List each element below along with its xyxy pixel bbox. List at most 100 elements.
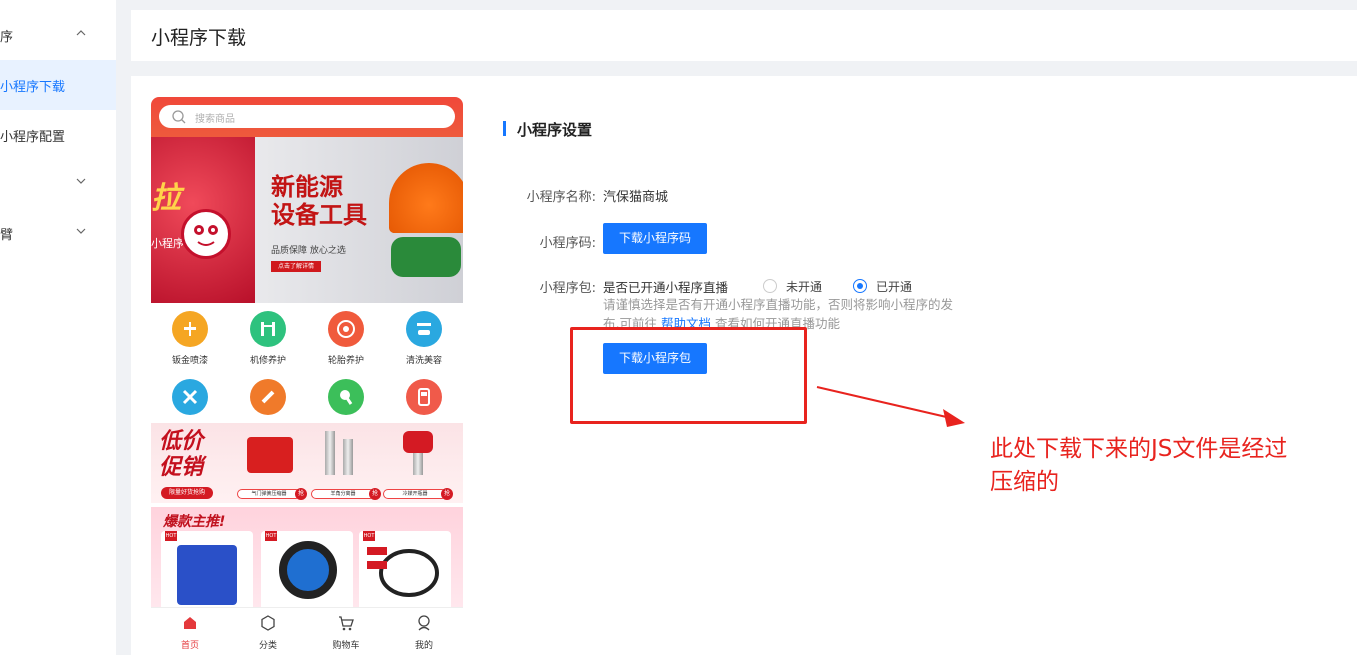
sidebar-item-download[interactable]: 小程序下载 xyxy=(0,60,116,110)
category-item: 清洗美容 xyxy=(385,311,463,366)
charger-icon xyxy=(177,545,237,605)
annotation-highlight-box xyxy=(570,327,807,424)
radio-live-no[interactable] xyxy=(763,279,777,293)
grinder-icon xyxy=(250,379,286,415)
category-item: 机修养护 xyxy=(229,311,307,366)
tire-icon xyxy=(328,311,364,347)
gun-icon xyxy=(328,379,364,415)
page-title: 小程序下载 xyxy=(151,27,247,49)
promo-product-badge: 抢 xyxy=(441,488,453,500)
banner-left-sub: 小程序 xyxy=(151,237,184,250)
category-item: 钣金喷漆 xyxy=(151,311,229,366)
hint-line-1: 请谨慎选择是否有开通小程序直播功能，否则将影响小程序的发 xyxy=(603,297,954,312)
wash-icon xyxy=(406,311,442,347)
meter-icon xyxy=(406,379,442,415)
download-code-button[interactable]: 下载小程序码 xyxy=(603,223,707,254)
name-value: 汽保猫商城 xyxy=(603,190,669,205)
preview-header: 搜索商品 xyxy=(151,97,463,137)
preview-category-grid: 钣金喷漆 机修养护 轮胎养护 清洗美容 xyxy=(151,303,463,423)
category-item xyxy=(307,379,385,415)
hot-products-title: 爆款主推! xyxy=(163,514,226,530)
section-title: 小程序设置 xyxy=(517,121,593,139)
sidebar-group-miniprogram[interactable]: 序 xyxy=(0,10,116,60)
annotation-line-1: 此处下载下来的JS文件是经过 xyxy=(990,436,1288,462)
hot-badge: HOT xyxy=(265,531,277,541)
annotation-note: 此处下载下来的JS文件是经过 压缩的 xyxy=(990,433,1350,499)
sidebar-group-collapsed-1[interactable] xyxy=(0,158,116,208)
promo-product-label: 羊角分离器 xyxy=(311,489,375,499)
banner-headline-1: 新能源 xyxy=(271,173,343,201)
category-label: 机修养护 xyxy=(249,356,286,366)
category-item xyxy=(151,379,229,415)
preview-banner: 拉 小程序 新能源 设备工具 品质保障 放心之选 点击了解详情 xyxy=(151,137,463,303)
preview-tabbar: 首页 分类 购物车 我的 xyxy=(151,607,463,655)
banner-headline: 新能源 设备工具 xyxy=(271,173,367,229)
sidebar-item-config[interactable]: 小程序配置 xyxy=(0,110,116,160)
sidebar-group-collapsed-2[interactable]: 臂 xyxy=(0,208,116,258)
preview-search-placeholder: 搜索商品 xyxy=(195,114,235,125)
spray-icon xyxy=(172,311,208,347)
hot-product-card: HOT xyxy=(161,531,253,611)
promo-headline: 低价 促销 xyxy=(159,429,203,481)
chevron-down-icon xyxy=(76,228,86,234)
sidebar-item-label: 小程序下载 xyxy=(0,80,66,95)
tab-label: 购物车 xyxy=(332,641,360,651)
cart-icon xyxy=(339,616,354,631)
package-label: 小程序包: xyxy=(539,281,596,296)
promo-line-1: 低价 xyxy=(159,429,204,454)
code-label: 小程序码: xyxy=(539,236,596,251)
tab-label: 首页 xyxy=(180,641,199,651)
category-label: 清洗美容 xyxy=(405,356,442,366)
promo-product-badge: 抢 xyxy=(295,488,307,500)
category-label: 轮胎养护 xyxy=(327,356,364,366)
category-item xyxy=(385,379,463,415)
category-label: 钣金喷漆 xyxy=(171,356,208,366)
promo-product-label: 冷媒开瓶器 xyxy=(383,489,447,499)
tab-label: 分类 xyxy=(258,641,277,651)
radio-live-yes[interactable] xyxy=(853,279,867,293)
tools-icon xyxy=(172,379,208,415)
promo-product-badge: 抢 xyxy=(369,488,381,500)
socket-icon xyxy=(325,431,335,475)
category-item xyxy=(229,379,307,415)
tab-label: 我的 xyxy=(414,641,433,651)
sidebar-group-label: 臂 xyxy=(0,228,14,243)
promo-product: 冷媒开瓶器 抢 xyxy=(383,431,455,501)
preview-search-bar: 搜索商品 xyxy=(159,105,455,128)
page-header: 小程序下载 xyxy=(131,10,1357,61)
preview-tab-mine: 我的 xyxy=(385,614,463,651)
promo-product-label: 气门弹簧压缩器 xyxy=(237,489,301,499)
promo-product: 气门弹簧压缩器 抢 xyxy=(237,431,309,501)
category-icon xyxy=(261,615,275,631)
opener-icon xyxy=(403,431,433,453)
category-item: 轮胎养护 xyxy=(307,311,385,366)
user-icon xyxy=(418,615,430,631)
promo-banner-sale: 低价 促销 限量好货抢购 气门弹簧压缩器 抢 羊角分离器 抢 冷媒开瓶器 抢 xyxy=(151,423,463,503)
hot-product-card: HOT xyxy=(261,531,353,611)
sidebar-item-label: 小程序配置 xyxy=(0,130,66,145)
banner-left-panel: 拉 小程序 xyxy=(151,137,255,303)
preview-tab-category: 分类 xyxy=(229,614,307,651)
radio-live-no-label[interactable]: 未开通 xyxy=(786,278,822,295)
banner-button: 点击了解详情 xyxy=(271,261,321,272)
banner-headline-2: 设备工具 xyxy=(271,201,367,229)
hot-badge: HOT xyxy=(165,531,177,541)
search-icon xyxy=(172,110,186,124)
section-title-accent xyxy=(503,121,506,136)
helmet-icon xyxy=(389,163,463,233)
radio-live-yes-label[interactable]: 已开通 xyxy=(876,278,912,295)
hot-product-card: HOT xyxy=(359,531,451,611)
toolbox-icon xyxy=(247,437,293,473)
live-question: 是否已开通小程序直播 xyxy=(603,280,729,295)
preview-tab-cart: 购物车 xyxy=(307,614,385,651)
lift-icon xyxy=(250,311,286,347)
annotation-line-2: 压缩的 xyxy=(990,469,1059,495)
banner-subtitle: 品质保障 放心之选 xyxy=(271,246,346,256)
sidebar-group-label: 序 xyxy=(0,30,14,45)
promo-line-2: 促销 xyxy=(159,455,204,480)
jumper-cable-icon xyxy=(367,547,439,597)
sidebar: 序 小程序下载 小程序配置 臂 xyxy=(0,0,116,655)
banner-right-panel: 新能源 设备工具 品质保障 放心之选 点击了解详情 xyxy=(255,137,463,303)
chevron-down-icon xyxy=(76,178,86,184)
miniprogram-preview: 搜索商品 拉 小程序 新能源 设备工具 品质保障 放心之选 点击了解详情 钣金喷… xyxy=(151,97,463,655)
